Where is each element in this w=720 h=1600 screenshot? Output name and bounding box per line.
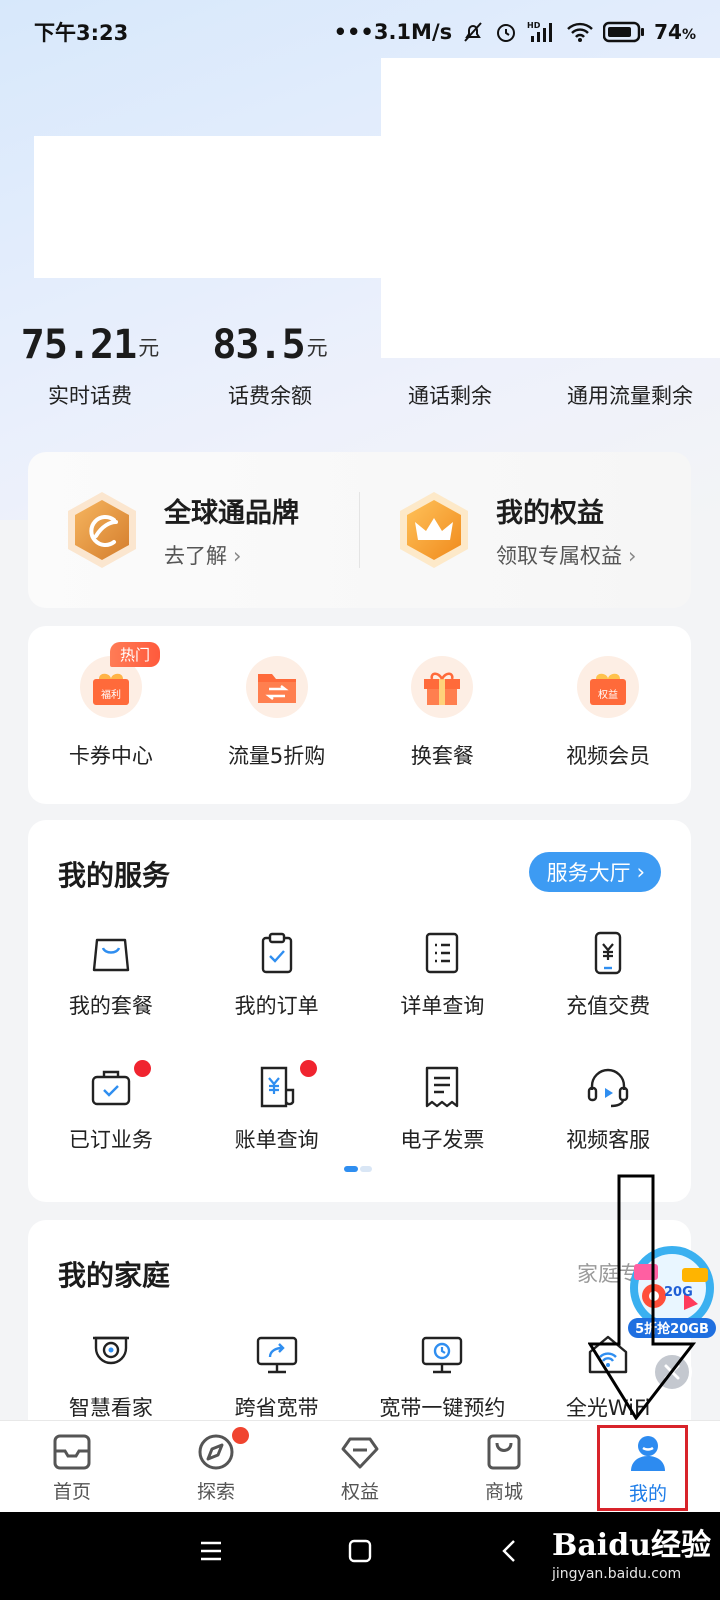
gift-box-icon: 权益 [590, 673, 627, 705]
gift-box-icon: 福利 [92, 673, 129, 705]
battery-level: 74 [654, 20, 682, 44]
my-benefits-entry[interactable]: 我的权益 领取专属权益 › [360, 452, 691, 608]
phone-yuan-icon [594, 931, 622, 975]
monitor-share-icon [256, 1336, 297, 1374]
battery-icon [603, 21, 645, 43]
quick-actions-card: 热门 福利 卡券中心 流量5折购 换套餐 权益 视频会员 [28, 626, 691, 804]
global-brand-entry[interactable]: 全球通品牌 去了解 › [28, 452, 359, 608]
svg-text:福利: 福利 [101, 688, 121, 701]
stat-fee-balance[interactable]: 83.5 元 话费余额 [180, 310, 360, 410]
menu-icon[interactable] [198, 1538, 224, 1564]
tab-explore[interactable]: 探索 [144, 1421, 288, 1512]
service-e-invoice[interactable]: 电子发票 [360, 1064, 526, 1198]
notification-dot [134, 1060, 151, 1077]
camera-icon [92, 1336, 129, 1365]
signal-icon: HD [527, 21, 553, 42]
folder-exchange-icon [257, 674, 296, 703]
home-button-icon[interactable] [347, 1538, 373, 1564]
diamond-icon [341, 1437, 379, 1469]
bag-icon [92, 938, 130, 972]
notification-dot [232, 1427, 249, 1444]
page-indicator [344, 1166, 374, 1172]
usage-stats: 75.21 元 实时话费 83.5 元 话费余额 通话剩余 通用流量剩余 [0, 310, 720, 410]
shopping-bag-icon [487, 1434, 521, 1470]
service-my-plan[interactable]: 我的套餐 [28, 930, 194, 1064]
service-detail-query[interactable]: 详单查询 [360, 930, 526, 1064]
status-bar: 下午3:23 •••3.1M/s HD 74% [0, 0, 720, 64]
redacted-account-info [34, 136, 388, 278]
quick-action-coupon-center[interactable]: 热门 福利 卡券中心 [28, 642, 194, 804]
compass-icon [198, 1434, 234, 1470]
back-icon[interactable] [497, 1538, 523, 1564]
clipboard-check-icon [261, 932, 292, 974]
receipt-icon [426, 1066, 459, 1108]
svg-text:HD: HD [527, 21, 541, 30]
briefcase-check-icon [91, 1070, 131, 1106]
alarm-clock-icon [497, 24, 516, 42]
chevron-right-icon: › [628, 543, 637, 568]
quick-action-video-vip[interactable]: 权益 视频会员 [525, 656, 691, 804]
home-icon [53, 1434, 91, 1470]
service-my-orders[interactable]: 我的订单 [194, 930, 360, 1064]
globe-brand-hex-icon [68, 492, 136, 568]
section-title: 我的家庭 [58, 1259, 171, 1292]
tab-mall[interactable]: 商城 [432, 1421, 576, 1512]
my-services-card: 我的服务 服务大厅 › 我的套餐 我的订单 详单查询 充值交费 已订业务 账单查询 [28, 820, 691, 1202]
crown-hex-icon [400, 492, 468, 568]
section-title: 我的服务 [58, 859, 171, 892]
svg-text:权益: 权益 [598, 688, 618, 701]
list-doc-icon [426, 932, 459, 974]
baidu-watermark: Baidu经验 jingyan.baidu.com [552, 1528, 711, 1582]
hot-tag: 热门 [110, 642, 161, 667]
notification-dot [299, 1060, 317, 1077]
bill-yuan-icon [260, 1066, 294, 1108]
service-hall-button[interactable]: 服务大厅 › [528, 852, 661, 892]
wifi-icon [567, 22, 593, 42]
quick-action-data-discount[interactable]: 流量5折购 [194, 656, 360, 804]
headset-play-icon [587, 1068, 629, 1108]
services-grid: 我的套餐 我的订单 详单查询 充值交费 已订业务 账单查询 电子发票 视频客服 [28, 930, 691, 1198]
stat-realtime-fee[interactable]: 75.21 元 实时话费 [0, 310, 180, 410]
monitor-clock-icon [422, 1336, 463, 1374]
quick-action-change-plan[interactable]: 换套餐 [360, 656, 526, 804]
mute-bell-icon [464, 22, 482, 42]
tab-benefits[interactable]: 权益 [288, 1421, 432, 1512]
stat-call-remaining[interactable]: 通话剩余 [360, 310, 540, 410]
service-subscribed[interactable]: 已订业务 [28, 1060, 194, 1198]
promo-card: 全球通品牌 去了解 › 我的权益 领取专属权益 › [28, 452, 691, 608]
status-time: 下午3:23 [34, 21, 129, 45]
service-top-up[interactable]: 充值交费 [525, 930, 691, 1064]
present-icon [424, 672, 461, 705]
service-bill-query[interactable]: 账单查询 [194, 1060, 360, 1198]
stat-data-remaining[interactable]: 通用流量剩余 [540, 310, 720, 410]
chevron-right-icon: › [233, 543, 242, 568]
chevron-right-icon: › [636, 860, 645, 884]
highlight-box [597, 1425, 688, 1511]
network-speed: •••3.1M/s [333, 20, 453, 44]
annotation-arrow [588, 1174, 696, 1420]
tab-home[interactable]: 首页 [0, 1421, 144, 1512]
